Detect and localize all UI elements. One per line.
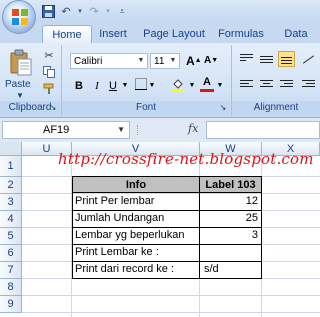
gridline (22, 295, 320, 296)
cut-icon[interactable]: ✂ (42, 49, 56, 63)
fill-color-icon[interactable] (170, 78, 186, 94)
table-row-info[interactable]: Print dari record ke : (75, 261, 199, 278)
alignment-group-label: Alignment (232, 101, 320, 115)
row-header-7[interactable]: 7 (0, 262, 22, 279)
row-header-2[interactable]: 2 (0, 177, 22, 194)
tab-page-layout[interactable]: Page Layout (140, 25, 208, 43)
table-row-info[interactable]: Print Lembar ke : (75, 244, 199, 261)
align-right-icon[interactable] (278, 78, 295, 94)
name-box-dropdown-icon[interactable]: ▼ (117, 122, 125, 138)
row-header-1[interactable]: 1 (0, 156, 22, 177)
ribbon: Paste ▼ ✂ Clipboard ↘ Calibri ▼ 11 ▼ A▲ … (0, 43, 320, 118)
table-divider (72, 244, 262, 245)
grow-font-button[interactable]: A▲ (186, 53, 202, 69)
font-name-dropdown-icon[interactable]: ▼ (135, 54, 147, 68)
font-size-select[interactable]: 11 ▼ (150, 53, 180, 69)
borders-dropdown-icon[interactable]: ▼ (148, 78, 156, 94)
table-header-info[interactable]: Info (73, 177, 200, 193)
font-color-dropdown-icon[interactable]: ▼ (216, 78, 224, 94)
quick-access-toolbar: ↶ ▾ ↷ ▾ ⩡ (40, 2, 130, 20)
tab-formulas[interactable]: Formulas (214, 25, 268, 43)
bold-button[interactable]: B (72, 78, 86, 94)
font-name-select[interactable]: Calibri ▼ (70, 53, 148, 69)
table-divider (199, 193, 200, 278)
format-painter-icon[interactable] (42, 83, 56, 97)
worksheet-grid[interactable]: U V W X 1 2 3 4 5 6 7 8 9 Info Label 103… (0, 142, 320, 317)
borders-icon[interactable] (134, 78, 148, 94)
table-divider (72, 210, 262, 211)
align-left-icon[interactable] (238, 78, 255, 94)
align-center-icon[interactable] (258, 78, 275, 94)
row-header-4[interactable]: 4 (0, 211, 22, 228)
table-row-value[interactable] (200, 244, 258, 261)
paste-button[interactable]: Paste (5, 79, 31, 90)
copy-icon[interactable] (42, 66, 56, 80)
table-row-info[interactable]: Jumlah Undangan (75, 210, 199, 227)
italic-button[interactable]: I (90, 78, 104, 94)
table-row-value[interactable]: s/d (204, 261, 260, 278)
insert-function-button[interactable]: fx (188, 122, 198, 135)
font-group-label: Font (62, 101, 230, 115)
paste-icon[interactable] (10, 49, 32, 77)
table-row-value[interactable]: 25 (200, 210, 258, 227)
redo-icon[interactable]: ↷ (86, 3, 102, 19)
underline-dropdown-icon[interactable]: ▼ (121, 78, 129, 94)
name-box-value: AF19 (43, 124, 70, 136)
grow-font-label: A (186, 54, 195, 68)
table-divider (72, 227, 262, 228)
undo-dropdown-icon[interactable]: ▾ (76, 3, 84, 19)
name-box[interactable]: AF19 ▼ (2, 121, 130, 139)
fill-color-dropdown-icon[interactable]: ▼ (188, 78, 196, 94)
font-size-dropdown-icon[interactable]: ▼ (167, 54, 179, 68)
row-header-5[interactable]: 5 (0, 228, 22, 245)
table-row-value[interactable]: 12 (200, 193, 258, 210)
save-icon[interactable] (40, 3, 56, 19)
font-color-button[interactable]: A (200, 76, 214, 92)
formula-bar: AF19 ▼ fx (0, 118, 320, 142)
customize-qat-icon[interactable]: ⩡ (114, 3, 130, 19)
gridline (22, 312, 320, 313)
redo-dropdown-icon[interactable]: ▾ (104, 3, 112, 19)
shrink-font-button[interactable]: A▼ (204, 53, 218, 69)
table-divider (72, 261, 262, 262)
bottom-align-icon[interactable] (278, 51, 295, 67)
decrease-indent-icon[interactable] (300, 78, 317, 94)
select-all-corner[interactable] (0, 142, 22, 156)
table-row-value[interactable]: 3 (200, 227, 258, 244)
tab-insert[interactable]: Insert (92, 25, 134, 43)
row-header-8[interactable]: 8 (0, 279, 22, 296)
tab-data[interactable]: Data (278, 25, 314, 43)
office-button[interactable] (2, 0, 36, 34)
font-launcher-icon[interactable]: ↘ (216, 101, 230, 115)
formula-bar-resize-handle[interactable] (137, 125, 141, 135)
office-logo-icon (12, 9, 28, 25)
orientation-icon[interactable] (300, 52, 317, 68)
title-bar: ↶ ▾ ↷ ▾ ⩡ (0, 0, 320, 22)
paste-dropdown-icon[interactable]: ▼ (16, 91, 24, 100)
middle-align-icon[interactable] (258, 52, 275, 68)
top-align-icon[interactable] (238, 52, 255, 68)
row-header-3[interactable]: 3 (0, 194, 22, 211)
table-row-info[interactable]: Print Per lembar (75, 193, 199, 210)
watermark-url: http://crossfire-net.blogspot.com (58, 150, 314, 168)
table-header-label[interactable]: Label 103 (200, 177, 261, 193)
tab-home[interactable]: Home (42, 25, 92, 44)
clipboard-launcher-icon[interactable]: ↘ (46, 101, 60, 115)
row-header-6[interactable]: 6 (0, 245, 22, 262)
formula-input[interactable] (206, 121, 320, 139)
row-header-9[interactable]: 9 (0, 296, 22, 313)
font-size-value: 11 (154, 56, 165, 67)
ribbon-tabs: Home Insert Page Layout Formulas Data (0, 22, 320, 44)
font-name-value: Calibri (74, 56, 103, 67)
table-row-info[interactable]: Lembar yg beperlukan (75, 227, 199, 244)
undo-icon[interactable]: ↶ (58, 3, 74, 19)
underline-button[interactable]: U (106, 78, 120, 94)
